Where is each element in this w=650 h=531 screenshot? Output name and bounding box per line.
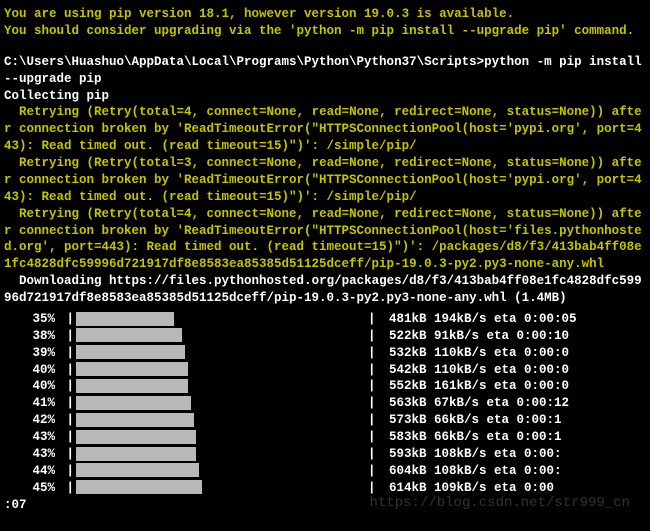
progress-percent: 39%	[4, 345, 59, 362]
progress-stats: 522kB 91kB/s eta 0:00:10	[383, 328, 569, 345]
retry-message: Retrying (Retry(total=4, connect=None, r…	[4, 104, 646, 155]
progress-percent: 40%	[4, 362, 59, 379]
pipe-char: |	[368, 362, 383, 379]
progress-row: 41% | | 563kB 67kB/s eta 0:00:12	[4, 395, 646, 412]
progress-bar	[76, 463, 366, 480]
pipe-char: |	[59, 429, 74, 446]
progress-stats: 552kB 161kB/s eta 0:00:0	[383, 378, 569, 395]
pipe-char: |	[59, 446, 74, 463]
progress-stats: 542kB 110kB/s eta 0:00:0	[383, 362, 569, 379]
progress-section: 35% || 481kB 194kB/s eta 0:00:0538% || 5…	[4, 311, 646, 497]
pipe-char: |	[368, 395, 383, 412]
pip-version-warning: You are using pip version 18.1, however …	[4, 6, 646, 23]
retry-message: Retrying (Retry(total=3, connect=None, r…	[4, 155, 646, 206]
progress-row: 40% | | 542kB 110kB/s eta 0:00:0	[4, 362, 646, 379]
progress-row: 43% | | 593kB 108kB/s eta 0:00:	[4, 446, 646, 463]
trailing-text: :07	[4, 497, 646, 514]
progress-stats: 593kB 108kB/s eta 0:00:	[383, 446, 562, 463]
pipe-char: |	[368, 463, 383, 480]
pipe-char: |	[368, 429, 383, 446]
progress-bar	[76, 480, 366, 497]
progress-bar	[76, 378, 366, 395]
progress-bar	[76, 345, 366, 362]
progress-bar-fill	[76, 463, 199, 477]
progress-row: 39% | | 532kB 110kB/s eta 0:00:0	[4, 345, 646, 362]
progress-percent: 35%	[4, 311, 59, 328]
progress-percent: 45%	[4, 480, 59, 497]
pip-upgrade-suggestion: You should consider upgrading via the 'p…	[4, 23, 646, 40]
progress-bar-fill	[76, 362, 188, 376]
progress-stats: 614kB 109kB/s eta 0:00	[383, 480, 554, 497]
progress-percent: 43%	[4, 429, 59, 446]
progress-stats: 481kB 194kB/s eta 0:00:05	[383, 311, 577, 328]
pipe-char: |	[368, 412, 383, 429]
progress-bar-fill	[76, 447, 196, 461]
progress-percent: 41%	[4, 395, 59, 412]
progress-row: 45% | | 614kB 109kB/s eta 0:00	[4, 480, 646, 497]
progress-stats: 604kB 108kB/s eta 0:00:	[383, 463, 562, 480]
pipe-char: |	[59, 345, 74, 362]
pipe-char: |	[59, 362, 74, 379]
progress-bar-fill	[76, 480, 202, 494]
progress-stats: 563kB 67kB/s eta 0:00:12	[383, 395, 569, 412]
pipe-char: |	[59, 480, 74, 497]
downloading-line: Downloading https://files.pythonhosted.o…	[4, 273, 646, 307]
progress-bar-fill	[76, 328, 182, 342]
progress-percent: 40%	[4, 378, 59, 395]
progress-row: 42% | | 573kB 66kB/s eta 0:00:1	[4, 412, 646, 429]
progress-row: 43% | | 583kB 66kB/s eta 0:00:1	[4, 429, 646, 446]
pipe-char: |	[59, 412, 74, 429]
progress-bar-fill	[76, 345, 185, 359]
pipe-char: |	[59, 328, 74, 345]
pipe-char: |	[59, 311, 74, 328]
progress-row: 38% | | 522kB 91kB/s eta 0:00:10	[4, 328, 646, 345]
progress-row: 40% | | 552kB 161kB/s eta 0:00:0	[4, 378, 646, 395]
progress-bar	[76, 429, 366, 446]
retry-message: Retrying (Retry(total=4, connect=None, r…	[4, 206, 646, 274]
progress-percent: 43%	[4, 446, 59, 463]
pipe-char: |	[59, 378, 74, 395]
progress-bar-fill	[76, 312, 174, 326]
pipe-char: |	[59, 463, 74, 480]
command-prompt-line: C:\Users\Huashuo\AppData\Local\Programs\…	[4, 54, 646, 88]
pipe-char: |	[368, 311, 383, 328]
progress-percent: 42%	[4, 412, 59, 429]
progress-bar	[76, 362, 366, 379]
progress-bar-fill	[76, 396, 191, 410]
progress-row: 44% | | 604kB 108kB/s eta 0:00:	[4, 463, 646, 480]
prompt-path: C:\Users\Huashuo\AppData\Local\Programs\…	[4, 55, 484, 69]
progress-bar	[76, 412, 366, 429]
pipe-char: |	[368, 446, 383, 463]
progress-bar	[76, 395, 366, 412]
progress-bar	[76, 328, 366, 345]
progress-stats: 532kB 110kB/s eta 0:00:0	[383, 345, 569, 362]
progress-row: 35% | | 481kB 194kB/s eta 0:00:05	[4, 311, 646, 328]
progress-percent: 38%	[4, 328, 59, 345]
progress-bar	[76, 311, 366, 328]
progress-bar-fill	[76, 379, 188, 393]
pipe-char: |	[368, 480, 383, 497]
progress-percent: 44%	[4, 463, 59, 480]
progress-bar	[76, 446, 366, 463]
progress-bar-fill	[76, 413, 194, 427]
progress-stats: 583kB 66kB/s eta 0:00:1	[383, 429, 562, 446]
progress-bar-fill	[76, 430, 196, 444]
collecting-line: Collecting pip	[4, 88, 646, 105]
progress-stats: 573kB 66kB/s eta 0:00:1	[383, 412, 562, 429]
pipe-char: |	[59, 395, 74, 412]
pipe-char: |	[368, 328, 383, 345]
pipe-char: |	[368, 378, 383, 395]
pipe-char: |	[368, 345, 383, 362]
